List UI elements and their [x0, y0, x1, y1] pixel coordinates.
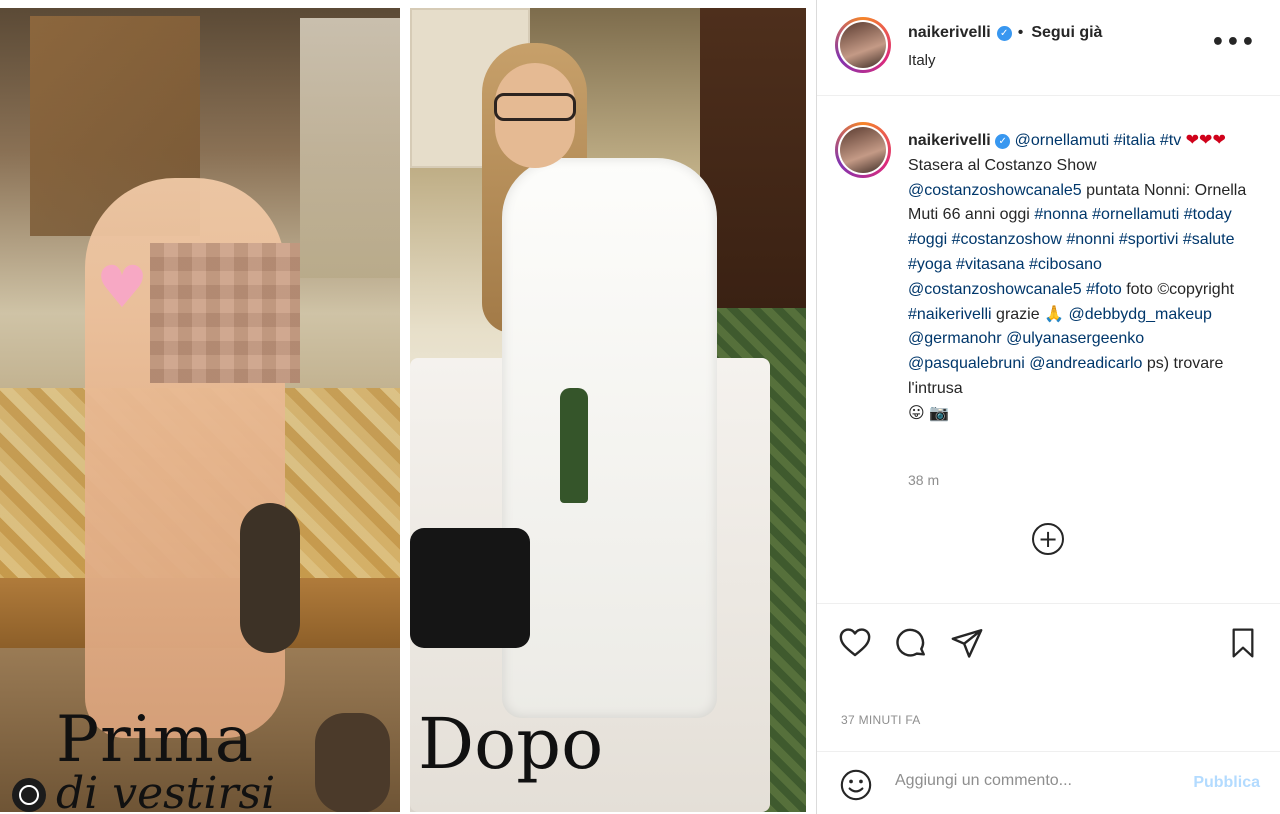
hashtag-link[interactable]: #sportivi [1119, 231, 1179, 248]
hashtag-link[interactable]: #cibosano [1029, 256, 1102, 273]
hashtag-link[interactable]: #naikerivelli [908, 306, 992, 323]
author-row: naikerivelli ✓ • Segui già [908, 24, 1102, 42]
post-media[interactable]: ♥ Prima di vestirsi Dopo [0, 0, 816, 814]
comment-input[interactable] [895, 772, 1175, 790]
hashtag-link[interactable]: #tv [1160, 132, 1181, 149]
verified-badge-icon: ✓ [995, 134, 1011, 149]
hashtag-link[interactable]: #nonni [1066, 231, 1114, 248]
action-bar [817, 603, 1280, 679]
before-photo: ♥ Prima di vestirsi [0, 8, 400, 812]
hashtag-link[interactable]: #oggi [908, 231, 947, 248]
hashtag-link[interactable]: #italia [1114, 132, 1156, 149]
slipper [240, 503, 300, 653]
comment-icon[interactable] [893, 625, 929, 661]
location-link[interactable]: Italy [908, 52, 936, 69]
censor-pixelation [150, 243, 300, 383]
mirror [300, 18, 400, 278]
bottle [560, 388, 588, 503]
mention-link[interactable]: @pasqualebruni [908, 355, 1025, 372]
publish-button[interactable]: Pubblica [1193, 774, 1260, 792]
following-button[interactable]: Segui già [1031, 24, 1102, 42]
white-dress [502, 158, 717, 718]
hashtag-link[interactable]: #costanzoshow [952, 231, 1062, 248]
post-header: naikerivelli ✓ • Segui già Italy ••• [817, 0, 1280, 96]
mention-link[interactable]: @andreadicarlo [1029, 355, 1142, 372]
hashtag-link[interactable]: #foto [1086, 281, 1122, 298]
post-sidebar: naikerivelli ✓ • Segui già Italy ••• nai… [816, 0, 1280, 814]
separator-dot: • [1017, 24, 1024, 41]
more-options-icon[interactable]: ••• [1211, 30, 1256, 55]
after-photo: Dopo [410, 8, 806, 812]
avatar[interactable] [835, 17, 891, 73]
bookmark-icon[interactable] [1225, 625, 1261, 661]
comments-section: naikerivelli ✓ @ornellamuti #italia #tv … [817, 97, 1280, 602]
slipper [315, 713, 390, 812]
hashtag-link[interactable]: #nonna [1034, 206, 1087, 223]
hearts-emoji: ❤❤❤ [1185, 132, 1226, 149]
hashtag-link[interactable]: #ornellamuti [1092, 206, 1179, 223]
mention-link[interactable]: @ulyanasergeenko [1006, 330, 1144, 347]
caption-di-vestirsi: di vestirsi [56, 768, 276, 812]
add-comment-bar: Pubblica [817, 751, 1280, 814]
emoji-icon[interactable] [839, 768, 873, 802]
post-timestamp[interactable]: 37 MINUTI FA [841, 713, 921, 727]
heart-icon[interactable] [837, 625, 873, 661]
heart-sticker-icon: ♥ [96, 253, 148, 321]
user-tags-icon[interactable] [12, 778, 46, 812]
load-more-comments-icon[interactable]: + [1032, 523, 1064, 555]
hashtag-link[interactable]: #yoga [908, 256, 952, 273]
avatar[interactable] [835, 122, 891, 178]
glasses [494, 93, 576, 121]
mention-link[interactable]: @ornellamuti [1015, 132, 1110, 149]
comment-time[interactable]: 38 m [908, 472, 939, 488]
caption-fragment: Stasera al Costanzo Show [908, 156, 1097, 174]
emoji-fragment: 😛 📷 [908, 404, 950, 422]
caption-text: naikerivelli ✓ @ornellamuti #italia #tv … [908, 129, 1248, 427]
paper-plane-icon[interactable] [949, 625, 985, 661]
comment-username[interactable]: naikerivelli [908, 132, 991, 149]
hashtag-link[interactable]: #salute [1183, 231, 1235, 248]
hashtag-link[interactable]: #today [1184, 206, 1232, 223]
mention-link[interactable]: @debbydg_makeup [1068, 306, 1211, 323]
verified-badge-icon: ✓ [996, 25, 1012, 41]
caption-fragment: foto ©copyright [1126, 280, 1235, 298]
mention-link[interactable]: @germanohr [908, 330, 1002, 347]
mention-link[interactable]: @costanzoshowcanale5 [908, 281, 1082, 298]
black-bag [410, 528, 530, 648]
caption-dopo: Dopo [418, 703, 604, 785]
hashtag-link[interactable]: #vitasana [956, 256, 1025, 273]
mention-link[interactable]: @costanzoshowcanale5 [908, 182, 1082, 199]
caption-prima: Prima [56, 703, 254, 777]
caption-fragment: grazie 🙏 [996, 305, 1064, 323]
author-username[interactable]: naikerivelli [908, 24, 991, 42]
